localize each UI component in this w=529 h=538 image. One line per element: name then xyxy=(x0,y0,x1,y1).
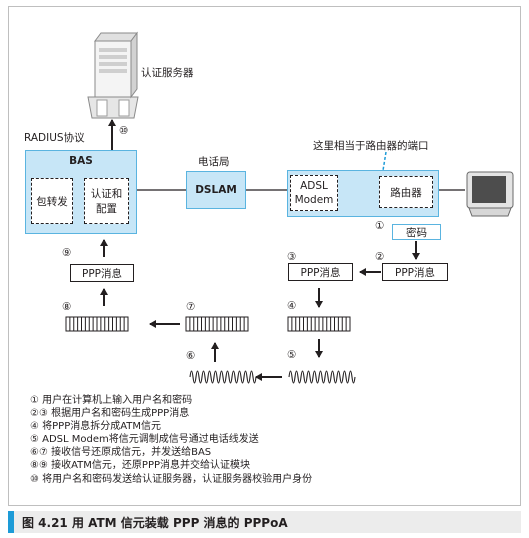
caption-accent-bar xyxy=(8,511,14,533)
legend-item: ④ 将PPP消息拆分成ATM信元 xyxy=(30,421,162,433)
step-5-label: ⑤ xyxy=(287,349,297,361)
ppp-msg-right: PPP消息 xyxy=(382,263,448,281)
legend-item: ⑤ ADSL Modem将信元调制成信号通过电话线发送 xyxy=(30,434,259,446)
step-1-label: ① xyxy=(375,220,385,232)
adsl-modem-box: ADSL Modem xyxy=(290,175,338,211)
ppp-msg-middle: PPP消息 xyxy=(288,263,353,281)
step-4-label: ④ xyxy=(287,300,297,312)
dslam-box: DSLAM xyxy=(186,171,246,209)
bas-label: BAS xyxy=(69,155,93,167)
step-10-label: ⑩ xyxy=(119,125,129,137)
password-box: 密码 xyxy=(392,224,441,240)
signal-wave-left xyxy=(189,370,257,384)
packet-forward-box: 包转发 xyxy=(31,178,73,224)
legend-item: ① 用户在计算机上输入用户名和密码 xyxy=(30,395,193,406)
figure-caption: 图 4.21 用 ATM 信元装载 PPP 消息的 PPPoA xyxy=(8,511,521,533)
caption-text: 图 4.21 用 ATM 信元装载 PPP 消息的 PPPoA xyxy=(22,515,288,530)
radius-label: RADIUS协议 xyxy=(24,132,85,144)
atm-cells-left xyxy=(65,316,129,332)
legend: ① 用户在计算机上输入用户名和密码 ②③ 根据用户名和密码生成PPP消息 ④ 将PP… xyxy=(30,394,312,486)
step-9-label: ⑨ xyxy=(62,247,72,259)
legend-item: ⑧⑨ 接收ATM信元，还原PPP消息并交给认证模块 xyxy=(30,460,250,472)
telecom-label: 电话局 xyxy=(198,156,230,168)
router-port-note: 这里相当于路由器的端口 xyxy=(313,140,429,152)
atm-cells-middle xyxy=(185,316,249,332)
signal-wave-right xyxy=(288,370,356,384)
step-8-label: ⑧ xyxy=(62,301,72,313)
ppp-msg-left: PPP消息 xyxy=(70,264,134,282)
step-6-label: ⑥ xyxy=(186,350,196,362)
router-box: 路由器 xyxy=(379,176,433,208)
pc-icon xyxy=(466,171,514,217)
legend-item: ②③ 根据用户名和密码生成PPP消息 xyxy=(30,408,190,420)
legend-item: ⑩ 将用户名和密码发送给认证服务器，认证服务器校验用户身份 xyxy=(30,473,313,485)
auth-server-label: 认证服务器 xyxy=(141,67,194,79)
legend-item: ⑥⑦ 接收信号还原成信元，并发送给BAS xyxy=(30,447,212,459)
auth-server-icon xyxy=(87,31,139,119)
auth-config-box: 认证和 配置 xyxy=(84,178,129,224)
atm-cells-right xyxy=(287,316,351,332)
step-7-label: ⑦ xyxy=(186,301,196,313)
